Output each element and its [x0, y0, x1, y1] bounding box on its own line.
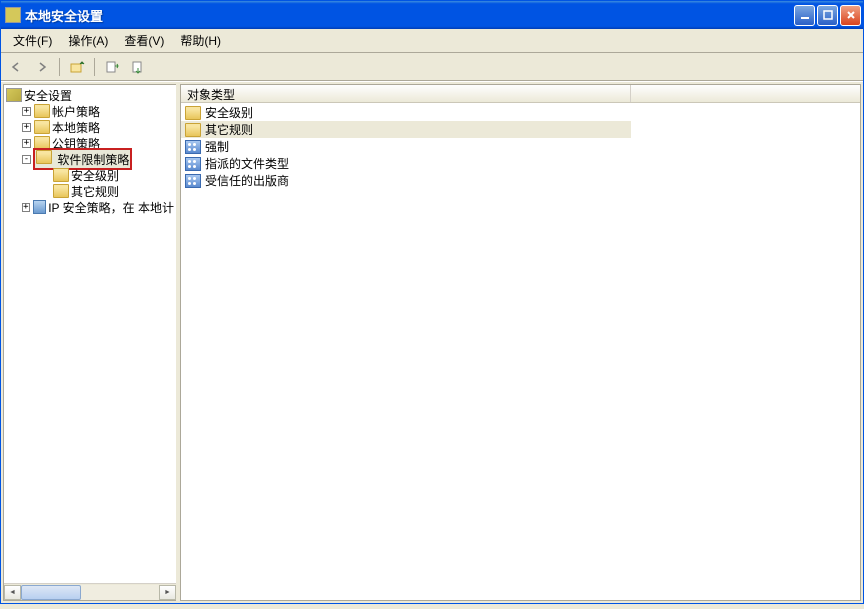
tree-label: 帐户策略	[52, 103, 100, 120]
scroll-right-button[interactable]	[159, 585, 176, 600]
scroll-track[interactable]	[21, 585, 159, 600]
tree-label: 安全级别	[71, 167, 119, 184]
folder-icon	[53, 184, 69, 198]
folder-icon	[53, 168, 69, 182]
tree-root-label: 安全设置	[24, 87, 72, 104]
tree-item-security-level[interactable]: 安全级别	[4, 167, 176, 183]
expand-icon[interactable]: +	[22, 203, 30, 212]
toolbar-export-button[interactable]	[127, 56, 149, 78]
list-label: 安全级别	[204, 104, 254, 121]
minimize-button[interactable]	[794, 5, 815, 26]
menu-help[interactable]: 帮助(H)	[172, 30, 229, 51]
properties-icon	[185, 140, 201, 154]
window-title: 本地安全设置	[25, 6, 794, 25]
menu-view[interactable]: 查看(V)	[116, 30, 172, 51]
menu-action[interactable]: 操作(A)	[60, 30, 116, 51]
expand-icon[interactable]: +	[22, 107, 31, 116]
list-item[interactable]: 其它规则	[181, 121, 631, 138]
properties-icon	[185, 174, 201, 188]
list-item[interactable]: 受信任的出版商	[181, 172, 860, 189]
security-icon	[6, 88, 22, 102]
folder-icon	[185, 106, 201, 120]
menubar: 文件(F) 操作(A) 查看(V) 帮助(H)	[1, 29, 863, 53]
horizontal-scrollbar[interactable]	[4, 583, 176, 600]
list-header-col-type[interactable]: 对象类型	[181, 85, 631, 102]
folder-icon	[34, 104, 50, 118]
toolbar-forward-button[interactable]	[31, 56, 53, 78]
collapse-icon[interactable]: -	[22, 155, 31, 164]
menu-file[interactable]: 文件(F)	[5, 30, 60, 51]
list-label: 其它规则	[204, 121, 254, 138]
toolbar	[1, 53, 863, 81]
tree-label: 其它规则	[71, 183, 119, 200]
list-panel: 对象类型 安全级别 其它规则 强制 指派的文件类型	[180, 84, 861, 601]
tree-label: IP 安全策略，在 本地计	[48, 199, 174, 216]
toolbar-separator	[59, 58, 60, 76]
tree-item-other-rules[interactable]: 其它规则	[4, 183, 176, 199]
list-label: 强制	[204, 138, 230, 155]
tree-item-local-policy[interactable]: + 本地策略	[4, 119, 176, 135]
expand-icon[interactable]: +	[22, 123, 31, 132]
titlebar[interactable]: 本地安全设置	[1, 1, 863, 29]
properties-icon	[185, 157, 201, 171]
tree-label: 本地策略	[52, 119, 100, 136]
tree-item-ip-security[interactable]: + IP 安全策略，在 本地计	[4, 199, 176, 215]
tree-panel: 安全设置 + 帐户策略 + 本地策略 + 公钥策略	[3, 84, 176, 601]
tree-view[interactable]: 安全设置 + 帐户策略 + 本地策略 + 公钥策略	[4, 85, 176, 583]
list-item[interactable]: 强制	[181, 138, 860, 155]
tree-label: 软件限制策略	[57, 153, 129, 167]
list-item[interactable]: 安全级别	[181, 104, 860, 121]
app-icon	[5, 7, 21, 23]
scroll-thumb[interactable]	[21, 585, 81, 600]
toolbar-separator	[94, 58, 95, 76]
list-label: 受信任的出版商	[204, 172, 290, 189]
tree-item-account-policy[interactable]: + 帐户策略	[4, 103, 176, 119]
toolbar-back-button[interactable]	[5, 56, 27, 78]
tree-root[interactable]: 安全设置	[4, 87, 176, 103]
toolbar-up-button[interactable]	[66, 56, 88, 78]
expand-icon[interactable]: +	[22, 139, 31, 148]
list-label: 指派的文件类型	[204, 155, 290, 172]
close-button[interactable]	[840, 5, 861, 26]
list-header: 对象类型	[181, 85, 860, 103]
folder-icon	[185, 123, 201, 137]
folder-icon	[34, 120, 50, 134]
scroll-left-button[interactable]	[4, 585, 21, 600]
folder-open-icon	[36, 150, 52, 164]
list-item[interactable]: 指派的文件类型	[181, 155, 860, 172]
toolbar-refresh-button[interactable]	[101, 56, 123, 78]
computer-icon	[33, 200, 46, 214]
maximize-button[interactable]	[817, 5, 838, 26]
tree-item-software-restriction[interactable]: - 软件限制策略	[4, 151, 176, 167]
list-view[interactable]: 安全级别 其它规则 强制 指派的文件类型 受信任的出版商	[181, 103, 860, 600]
